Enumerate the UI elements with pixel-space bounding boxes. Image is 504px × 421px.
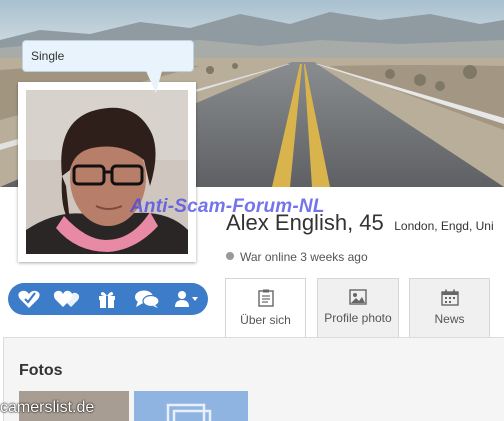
tab-profile-photo[interactable]: Profile photo	[317, 278, 399, 337]
watermark-anti-scam: Anti-Scam-Forum-NL	[130, 196, 325, 217]
favorite-check-icon	[18, 290, 40, 308]
calendar-icon	[440, 289, 459, 306]
chat-button[interactable]	[130, 283, 164, 315]
chat-icon	[135, 290, 160, 308]
tab-label: Über sich	[240, 313, 291, 327]
relationship-status-bubble: Single	[22, 40, 194, 72]
clipboard-icon	[257, 289, 274, 307]
profile-page: Single Alex English, 45 London, Engd, Un…	[0, 0, 504, 421]
gift-button[interactable]	[90, 283, 124, 315]
status-dot-icon	[226, 252, 234, 260]
relationship-status: Single	[31, 49, 65, 63]
watermark-camerslist: camerslist.de	[0, 399, 95, 416]
tab-label: News	[434, 312, 465, 326]
bubble-tail	[146, 71, 162, 93]
profile-photo-image	[26, 90, 188, 254]
profile-location: London, Engd, Uni	[394, 219, 494, 233]
user-menu-button[interactable]	[168, 283, 204, 315]
tab-news[interactable]: News	[409, 278, 490, 337]
profile-photo[interactable]	[18, 82, 196, 262]
photo-icon	[349, 289, 367, 305]
hearts-button[interactable]	[50, 283, 84, 315]
tab-uber-sich[interactable]: Über sich	[225, 278, 306, 338]
tab-label: Profile photo	[324, 311, 392, 325]
photo-album-thumbnail[interactable]	[134, 391, 248, 421]
favorite-button[interactable]	[12, 283, 46, 315]
online-status: War online 3 weeks ago	[226, 250, 368, 264]
fotos-section-title: Fotos	[19, 362, 63, 379]
photo-album-icon	[166, 403, 212, 421]
hearts-icon	[53, 290, 80, 307]
gift-icon	[99, 292, 115, 308]
user-menu-icon	[175, 291, 198, 307]
online-status-text: War online 3 weeks ago	[240, 250, 368, 264]
action-bar	[8, 283, 208, 315]
